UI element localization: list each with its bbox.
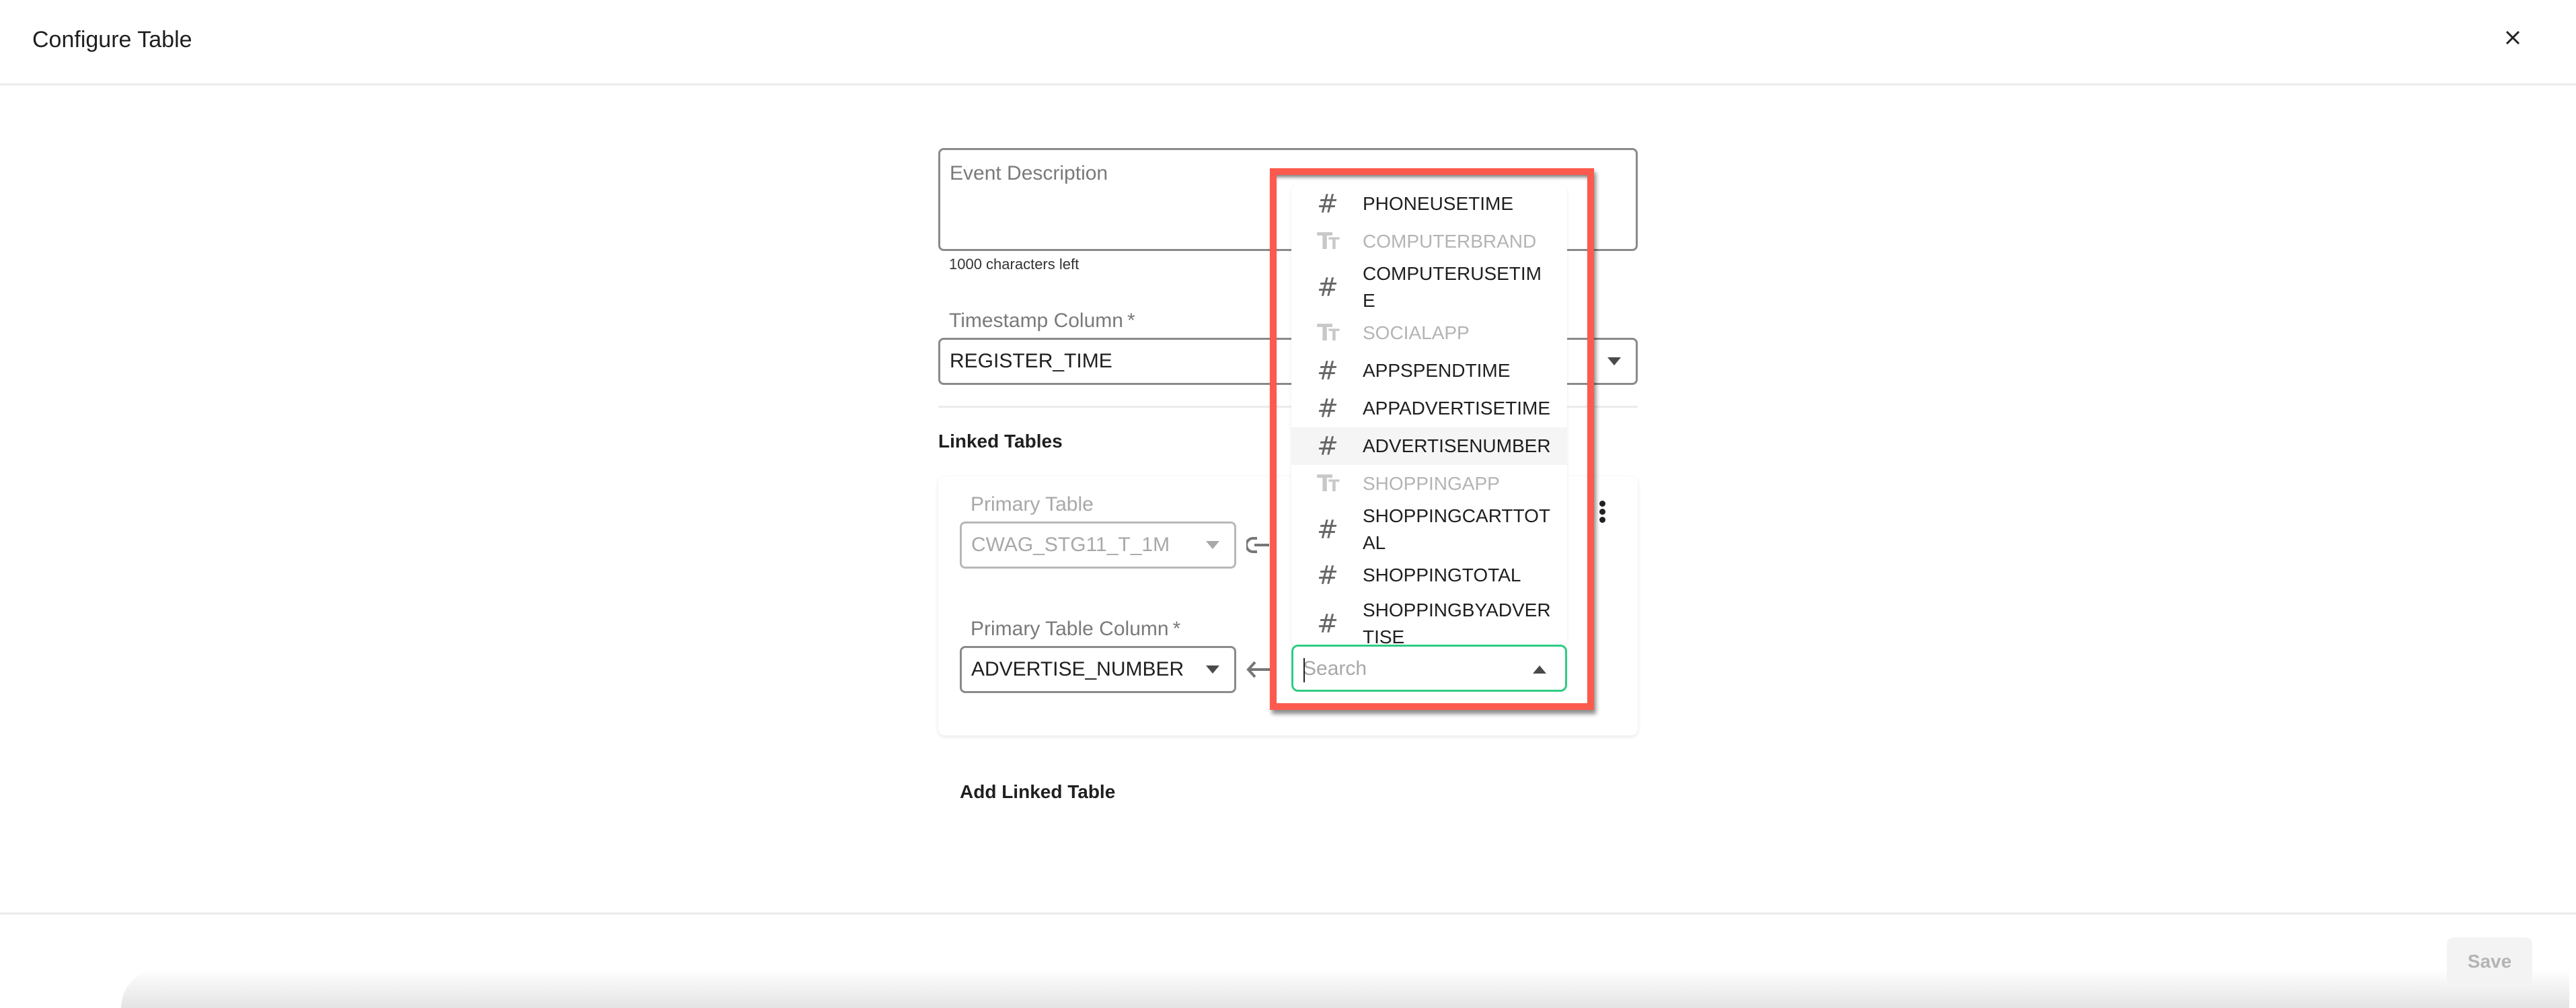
left-right-arrow-icon (1246, 661, 1277, 678)
timestamp-column-label: Timestamp Column * (949, 310, 1135, 332)
primary-table-column-select[interactable]: ADVERTISE_NUMBER (960, 646, 1236, 693)
dropdown-option-label: COMPUTERUSETIME (1363, 263, 1542, 311)
number-type-icon: # (1317, 394, 1338, 423)
dropdown-option-label: ADVERTISENUMBER (1363, 435, 1551, 456)
number-type-icon: # (1317, 561, 1338, 590)
dropdown-option-label: SHOPPINGAPP (1363, 473, 1500, 494)
dialog-header: Configure Table (0, 0, 2576, 85)
search-input[interactable] (1303, 652, 1518, 686)
primary-table-select: CWAG_STG11_T_1M (960, 521, 1236, 569)
dropdown-option-label: SHOPPINGCARTTOTAL (1363, 505, 1551, 553)
dropdown-option: TT COMPUTERBRAND (1291, 223, 1567, 260)
dialog-title: Configure Table (32, 27, 192, 52)
bottom-shadow (121, 969, 2569, 1008)
dropdown-option-label: APPADVERTISETIME (1363, 398, 1551, 419)
dropdown-option[interactable]: # APPSPENDTIME (1291, 352, 1567, 390)
timestamp-column-value: REGISTER_TIME (950, 350, 1112, 372)
dropdown-option-label: SHOPPINGBYADVERTISE (1363, 600, 1551, 646)
required-mark: * (1172, 618, 1181, 640)
text-type-icon: TT (1317, 470, 1340, 497)
text-cursor (1303, 658, 1305, 682)
number-type-icon: # (1317, 431, 1338, 461)
primary-table-column-label-text: Primary Table Column (971, 618, 1169, 640)
linked-column-search[interactable] (1291, 645, 1567, 692)
more-vertical-icon[interactable] (1595, 499, 1609, 526)
dropdown-option[interactable]: # SHOPPINGCARTTOTAL (1291, 503, 1567, 556)
text-type-icon: TT (1317, 320, 1340, 347)
dropdown-option[interactable]: # APPADVERTISETIME (1291, 390, 1567, 427)
primary-table-label: Primary Table (971, 493, 1094, 515)
dropdown-option-label: SOCIALAPP (1363, 322, 1470, 343)
dropdown-option-label: SHOPPINGTOTAL (1363, 565, 1521, 585)
number-type-icon: # (1317, 609, 1338, 639)
number-type-icon: # (1317, 356, 1338, 386)
dropdown-option: TT SHOPPINGAPP (1291, 465, 1567, 503)
event-description-placeholder: Event Description (950, 162, 1108, 184)
primary-table-column-value: ADVERTISE_NUMBER (971, 658, 1184, 680)
primary-table-value: CWAG_STG11_T_1M (971, 534, 1170, 556)
dropdown-option[interactable]: # COMPUTERUSETIME (1291, 260, 1567, 314)
number-type-icon: # (1317, 189, 1338, 219)
footer-divider (0, 912, 2576, 914)
dropdown-option-label: COMPUTERBRAND (1363, 231, 1537, 252)
chevron-down-icon (1206, 541, 1219, 549)
linked-tables-title: Linked Tables (938, 431, 1063, 452)
dropdown-option[interactable]: # SHOPPINGTOTAL (1291, 556, 1567, 594)
dropdown-option-label: PHONEUSETIME (1363, 193, 1514, 214)
close-button[interactable] (2501, 26, 2525, 50)
number-type-icon: # (1317, 515, 1338, 544)
close-icon (2505, 30, 2520, 45)
char-count: 1000 characters left (949, 256, 1079, 273)
dropdown-option-label: APPSPENDTIME (1363, 360, 1511, 381)
required-mark: * (1127, 310, 1135, 332)
text-type-icon: TT (1317, 228, 1340, 255)
chevron-down-icon (1607, 357, 1621, 365)
dropdown-option[interactable]: # ADVERTISENUMBER (1291, 427, 1567, 465)
primary-table-column-label: Primary Table Column * (971, 618, 1180, 641)
dropdown-option: TT SOCIALAPP (1291, 314, 1567, 352)
dropdown-option[interactable]: # PHONEUSETIME (1291, 185, 1567, 223)
save-button[interactable]: Save (2447, 937, 2532, 985)
timestamp-column-label-text: Timestamp Column (949, 310, 1123, 332)
dropdown-option[interactable]: # SHOPPINGBYADVERTISE (1291, 594, 1567, 646)
add-linked-table-button[interactable]: Add Linked Table (960, 781, 1115, 803)
chevron-up-icon[interactable] (1533, 665, 1546, 674)
number-type-icon: # (1317, 273, 1338, 302)
column-dropdown-list[interactable]: # PHONEUSETIME TT COMPUTERBRAND # COMPUTERUSE… (1291, 185, 1567, 646)
link-icon (1246, 537, 1269, 553)
chevron-down-icon (1206, 665, 1219, 674)
